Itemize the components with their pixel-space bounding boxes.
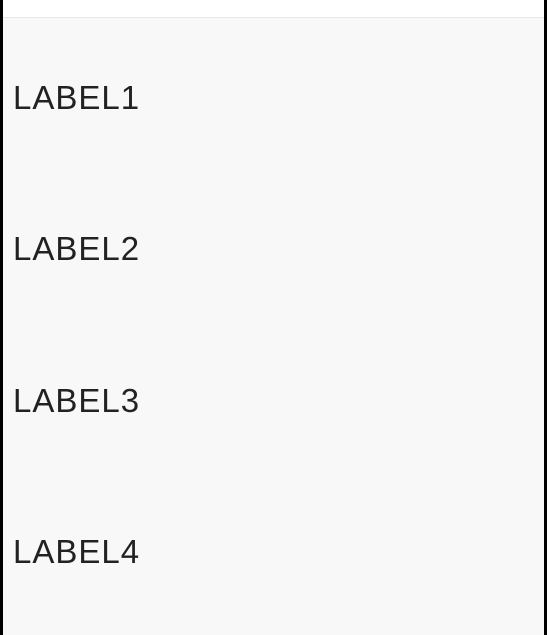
labels-container: LABEL1 LABEL2 LABEL3 LABEL4 <box>3 18 544 570</box>
label-3: LABEL3 <box>13 383 544 419</box>
label-1: LABEL1 <box>13 80 544 116</box>
top-strip <box>3 0 544 18</box>
label-2: LABEL2 <box>13 231 544 267</box>
label-4: LABEL4 <box>13 534 544 570</box>
